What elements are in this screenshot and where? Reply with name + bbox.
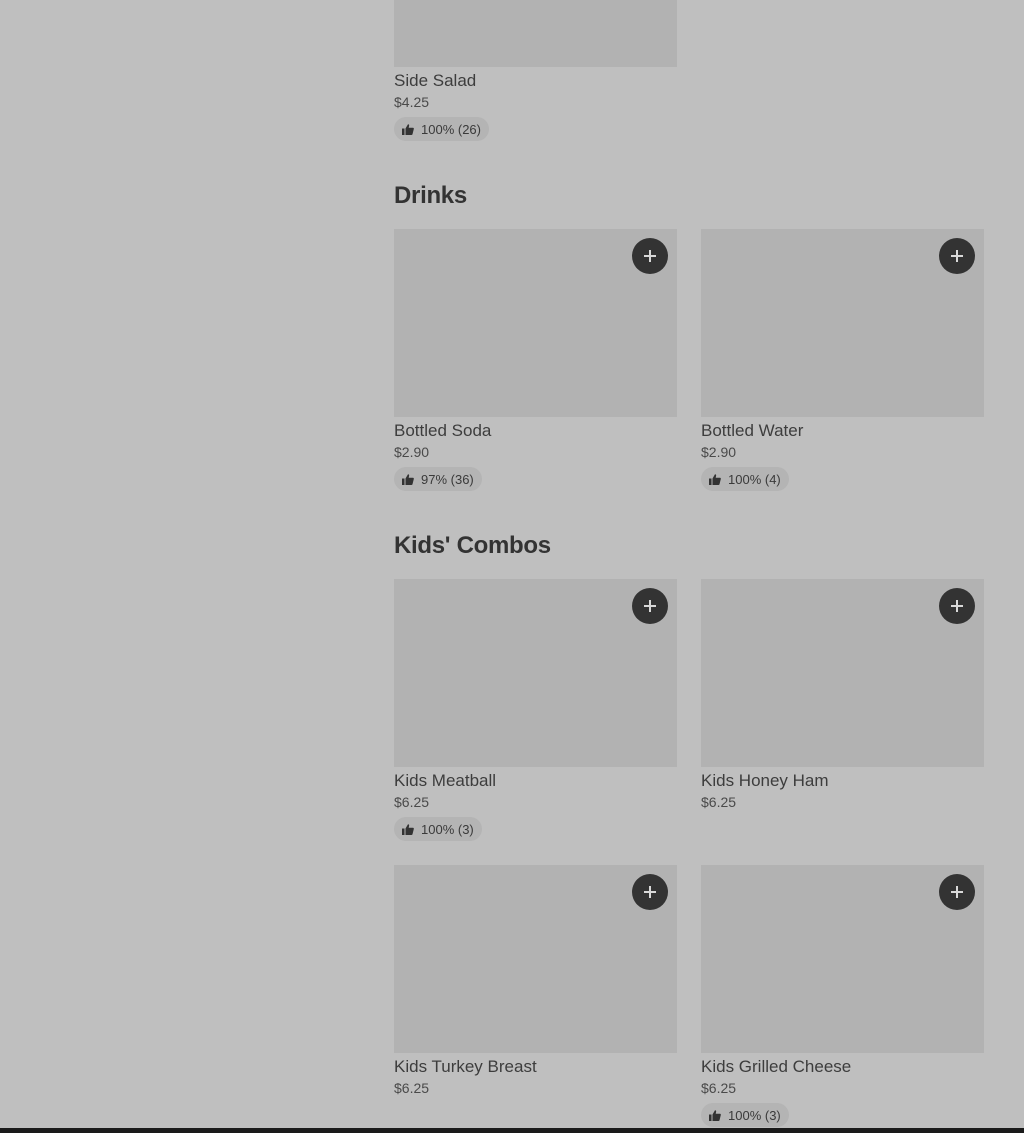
rating-badge: 100% (3) <box>394 817 482 841</box>
rating-text: 100% (4) <box>728 471 781 487</box>
thumbs-up-icon <box>709 473 721 485</box>
add-button[interactable] <box>632 874 668 910</box>
item-name: Kids Turkey Breast <box>394 1057 537 1076</box>
item-name: Kids Honey Ham <box>701 771 829 790</box>
rating-badge: 100% (26) <box>394 117 489 141</box>
add-button[interactable] <box>632 238 668 274</box>
section-title-kids-combos: Kids' Combos <box>394 532 551 559</box>
bottom-edge-bar <box>0 1128 1024 1133</box>
item-price: $4.25 <box>394 94 430 110</box>
item-name: Bottled Soda <box>394 421 492 440</box>
plus-icon <box>644 600 656 612</box>
item-name: Side Salad <box>394 71 477 90</box>
rating-text: 100% (3) <box>728 1107 781 1123</box>
rating-text: 100% (3) <box>421 821 474 837</box>
rating-text: 100% (26) <box>421 121 481 137</box>
add-button[interactable] <box>939 588 975 624</box>
thumbs-up-icon <box>709 1109 721 1121</box>
item-price: $2.90 <box>394 444 430 460</box>
item-name: Kids Meatball <box>394 771 497 790</box>
item-price: $6.25 <box>701 1080 737 1096</box>
plus-icon <box>951 886 963 898</box>
item-name: Bottled Water <box>701 421 804 440</box>
add-button[interactable] <box>939 238 975 274</box>
menu-item-kids-turkey-breast[interactable]: Kids Turkey Breast $6.25 <box>394 865 677 1097</box>
menu-item-bottled-soda[interactable]: Bottled Soda $2.90 97% (36) <box>394 229 677 491</box>
add-button[interactable] <box>939 874 975 910</box>
menu-item-side-salad[interactable]: Side Salad $4.25 100% (26) <box>394 0 677 141</box>
item-name: Kids Grilled Cheese <box>701 1057 852 1076</box>
thumbs-up-icon <box>402 123 414 135</box>
item-image[interactable] <box>394 229 677 417</box>
menu-item-kids-grilled-cheese[interactable]: Kids Grilled Cheese $6.25 100% (3) <box>701 865 984 1127</box>
menu-item-kids-honey-ham[interactable]: Kids Honey Ham $6.25 <box>701 579 984 811</box>
item-image[interactable] <box>701 579 984 767</box>
item-price: $6.25 <box>394 1080 430 1096</box>
rating-badge: 100% (3) <box>701 1103 789 1127</box>
plus-icon <box>644 250 656 262</box>
rating-text: 97% (36) <box>421 471 474 487</box>
rating-badge: 100% (4) <box>701 467 789 491</box>
plus-icon <box>951 250 963 262</box>
item-price: $6.25 <box>394 794 430 810</box>
item-price: $2.90 <box>701 444 737 460</box>
item-price: $6.25 <box>701 794 737 810</box>
rating-badge: 97% (36) <box>394 467 482 491</box>
item-image[interactable] <box>701 229 984 417</box>
item-image[interactable] <box>701 865 984 1053</box>
thumbs-up-icon <box>402 473 414 485</box>
plus-icon <box>644 886 656 898</box>
add-button[interactable] <box>632 588 668 624</box>
menu-page: Side Salad $4.25 100% (26) Drinks Bottle… <box>0 0 1024 1133</box>
item-image[interactable] <box>394 0 677 67</box>
item-image[interactable] <box>394 579 677 767</box>
menu-item-bottled-water[interactable]: Bottled Water $2.90 100% (4) <box>701 229 984 491</box>
thumbs-up-icon <box>402 823 414 835</box>
section-title-drinks: Drinks <box>394 182 467 209</box>
item-image[interactable] <box>394 865 677 1053</box>
plus-icon <box>951 600 963 612</box>
menu-item-kids-meatball[interactable]: Kids Meatball $6.25 100% (3) <box>394 579 677 841</box>
